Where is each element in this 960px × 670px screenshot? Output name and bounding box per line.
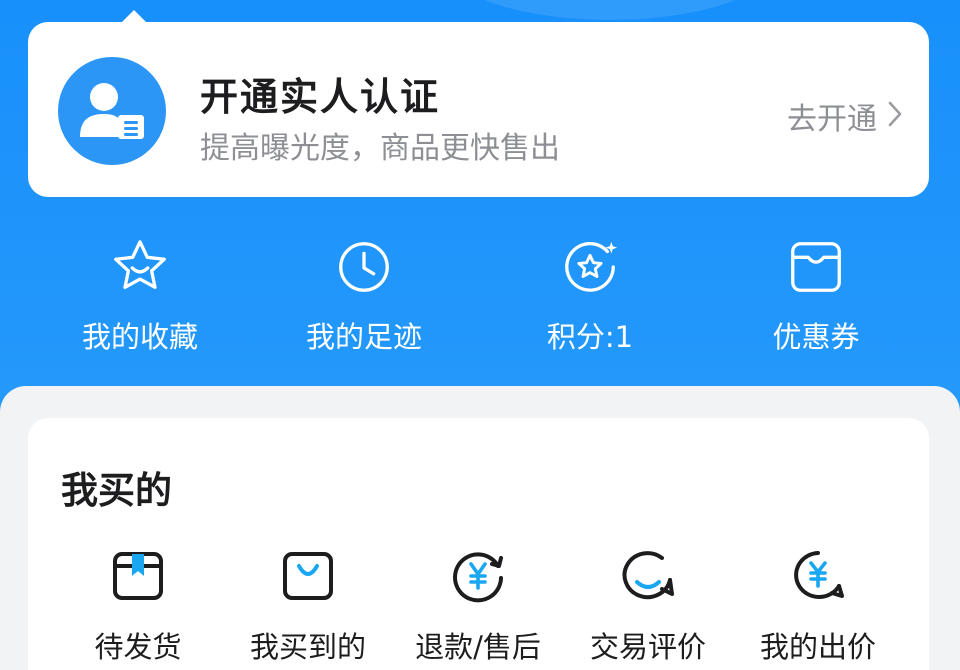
user-id-icon xyxy=(58,57,166,165)
bought-item-label: 待发货 xyxy=(94,630,182,664)
clock-icon xyxy=(339,242,389,292)
bought-item-label: 交易评价 xyxy=(589,630,706,664)
bought-item-label: 我的出价 xyxy=(759,630,876,664)
quick-link-points[interactable]: 积分:1 xyxy=(490,236,690,356)
quick-link-label: 我的收藏 xyxy=(81,320,198,354)
bought-item-my-bids[interactable]: 我的出价 xyxy=(733,546,903,670)
bought-item-refund[interactable]: 退款/售后 xyxy=(393,546,563,670)
review-icon xyxy=(622,551,674,600)
points-icon xyxy=(565,241,618,292)
package-icon xyxy=(113,552,163,600)
verify-subtitle: 提高曝光度，商品更快售出 xyxy=(200,131,560,166)
bought-item-review[interactable]: 交易评价 xyxy=(563,546,733,670)
verify-title: 开通实人认证 xyxy=(200,75,441,119)
bought-item-label: 退款/售后 xyxy=(415,630,541,664)
quick-link-label: 优惠券 xyxy=(772,320,860,354)
refund-icon xyxy=(453,552,503,603)
verify-action-link[interactable]: 去开通 xyxy=(787,94,877,138)
bid-icon xyxy=(794,551,844,599)
bought-item-to-ship[interactable]: 待发货 xyxy=(53,546,223,670)
quick-link-favorites[interactable]: 我的收藏 xyxy=(40,236,240,356)
quick-link-footprints[interactable]: 我的足迹 xyxy=(264,236,464,356)
quick-link-coupons[interactable]: 优惠券 xyxy=(716,236,916,356)
bought-item-purchased[interactable]: 我买到的 xyxy=(223,546,393,670)
verify-card[interactable]: 开通实人认证 提高曝光度，商品更快售出 去开通 xyxy=(28,22,929,197)
coupon-icon xyxy=(791,242,841,292)
bought-item-label: 我买到的 xyxy=(249,630,366,664)
quick-link-label: 积分:1 xyxy=(546,320,634,354)
chevron-right-icon xyxy=(888,101,902,127)
star-icon xyxy=(114,240,166,289)
bought-section-title: 我买的 xyxy=(61,469,172,512)
quick-link-label: 我的足迹 xyxy=(305,320,422,354)
shopping-bag-icon xyxy=(283,552,333,600)
